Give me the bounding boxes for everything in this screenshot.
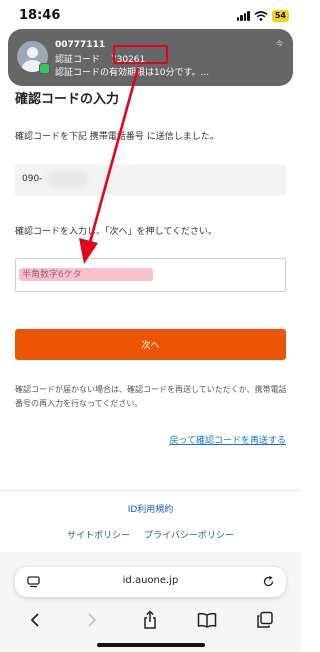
next-button[interactable]: 次へ [15, 329, 286, 360]
phone-number-display: 090- [15, 165, 286, 195]
reload-icon[interactable] [262, 575, 275, 588]
home-indicator [97, 643, 205, 647]
url-text: id.auone.jp [122, 575, 179, 586]
bookmarks-icon[interactable] [193, 606, 221, 634]
footer-link-terms[interactable]: ID利用規約 [0, 502, 301, 515]
status-icons: 54 [236, 10, 289, 22]
notification-time: 今 [276, 40, 283, 48]
input-instruction: 確認コードを入力し、「次へ」を押してください。 [15, 227, 217, 237]
toolbar-nav [0, 606, 301, 634]
forward-icon[interactable] [78, 606, 106, 634]
status-bar: 18:46 54 [0, 0, 301, 30]
send-instruction: 確認コードを下記 携帯電話番号 に送信しました。 [15, 132, 219, 142]
resend-code-link[interactable]: 戻って確認コードを再送する [169, 433, 286, 446]
help-text: 確認コードが届かない場合は、確認コードを再送していただくか、携帯電話番号の再入力… [15, 385, 287, 408]
phone-number-prefix: 090- [22, 174, 43, 184]
footer-link-site-policy[interactable]: サイトポリシー [67, 528, 130, 541]
back-icon[interactable] [21, 606, 49, 634]
address-bar[interactable]: id.auone.jp [15, 567, 286, 597]
wifi-icon [254, 11, 268, 21]
code-input[interactable] [15, 258, 286, 292]
footer-link-privacy-policy[interactable]: プライバシーポリシー [144, 528, 234, 541]
battery-icon: 54 [271, 10, 289, 22]
notification-code-label: 認証コード [55, 55, 101, 65]
signal-icon [236, 11, 250, 21]
notification-sender: 00777111 [55, 40, 106, 50]
notification-body: 認証コードの有効期限は10分です。... [55, 68, 210, 78]
status-time: 18:46 [19, 8, 61, 23]
footer-links: サイトポリシー プライバシーポリシー [0, 528, 301, 541]
sms-notification[interactable]: 00777111 認証コード 730261 認証コードの有効期限は10分です。.… [8, 29, 293, 86]
share-icon[interactable] [136, 606, 164, 634]
browser-toolbar: id.auone.jp [0, 552, 301, 652]
tabs-icon[interactable] [251, 606, 279, 634]
messages-app-icon [39, 63, 50, 74]
code-highlight-box [113, 45, 168, 64]
page-title: 確認コードの入力 [15, 92, 120, 107]
footer-divider [0, 490, 301, 491]
phone-number-redaction [47, 172, 87, 186]
